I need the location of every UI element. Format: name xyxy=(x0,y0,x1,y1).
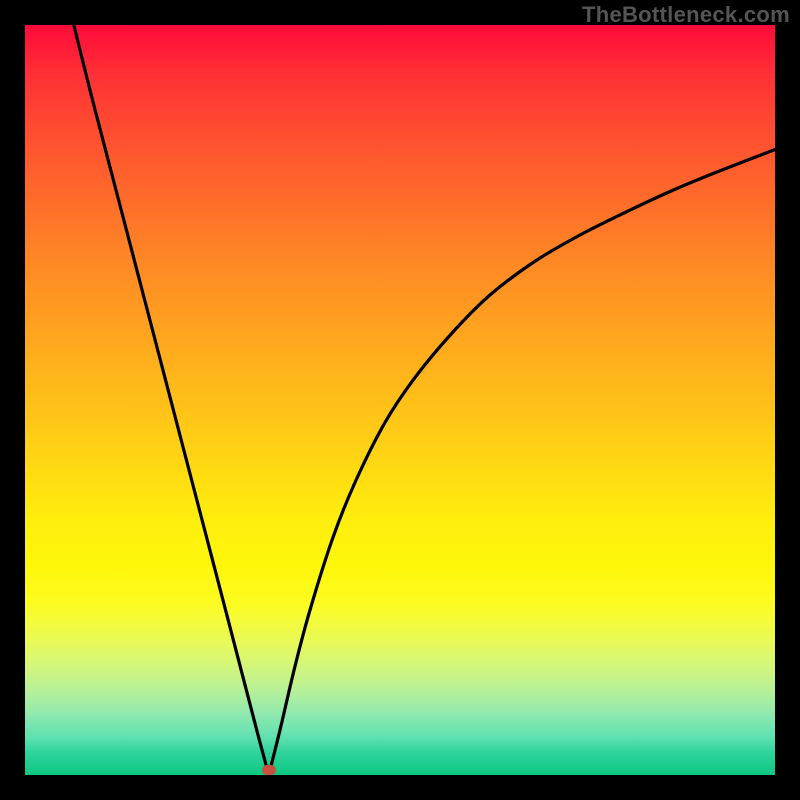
chart-frame: TheBottleneck.com xyxy=(0,0,800,800)
watermark-text: TheBottleneck.com xyxy=(582,2,790,28)
dip-marker xyxy=(262,765,276,775)
plot-area xyxy=(25,25,775,775)
curve-svg xyxy=(25,25,775,775)
series-right-branch xyxy=(269,150,775,776)
series-left-branch xyxy=(74,25,269,775)
